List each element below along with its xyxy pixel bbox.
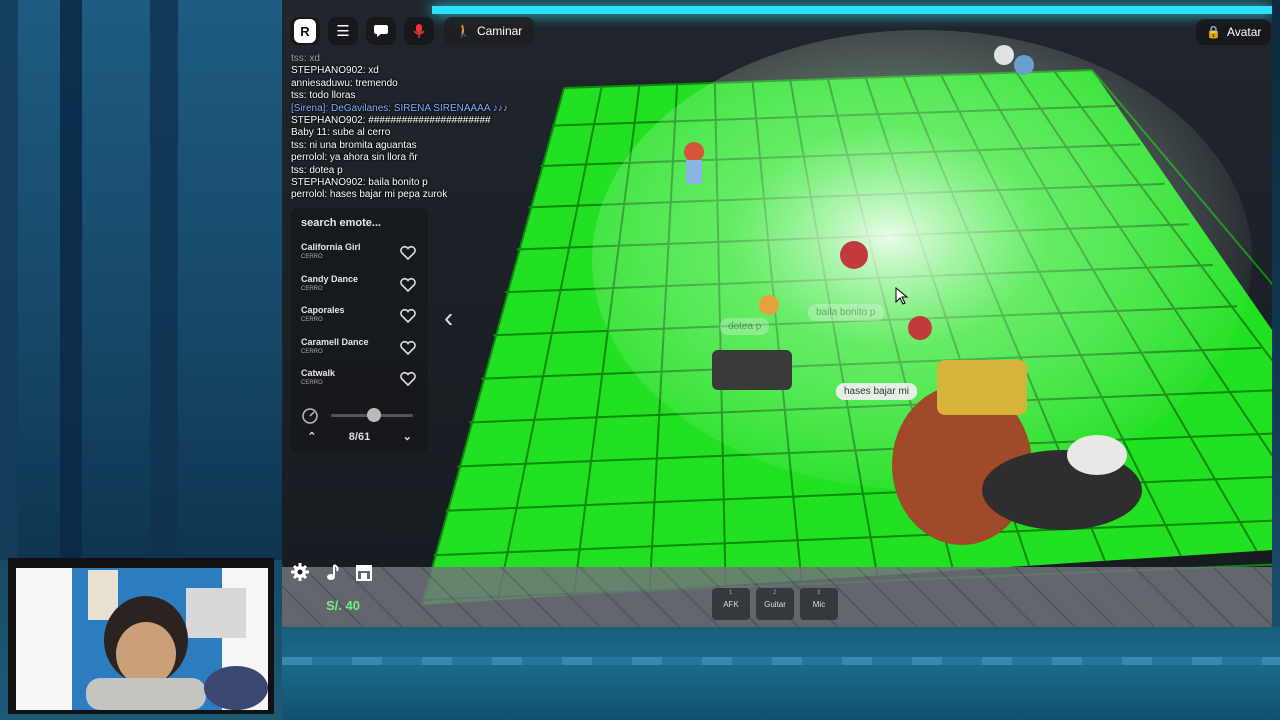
page-indicator: 8/61 [348, 430, 371, 443]
top-bar: R ☰ 🚶 Caminar [290, 17, 535, 45]
walk-label: Caminar [476, 24, 523, 38]
music-note-icon[interactable] [322, 562, 342, 582]
avatar-button[interactable]: 🔒 Avatar [1196, 19, 1272, 45]
menu-icon: ☰ [336, 23, 350, 40]
webcam-feed [16, 568, 268, 710]
emote-panel: search emote... California Girl CERRO Cand… [291, 208, 428, 452]
hotbar-slot-number: 1 [729, 590, 733, 596]
chat-bubble: baila bonito p [808, 304, 884, 321]
chat-message: perrolol: hases bajar mi pepa zurok [291, 189, 591, 201]
forest-background-bottom [282, 627, 1280, 720]
chat-message: tss: xd [291, 53, 591, 65]
chat-message: perrolol: ya ahora sin llora ñr [291, 152, 591, 164]
emote-item[interactable]: Catwalk CERRO [301, 368, 421, 396]
heart-icon[interactable] [399, 370, 417, 388]
chat-message: tss: ni una bromita aguantas [291, 140, 591, 152]
chat-icon [374, 25, 388, 37]
hud-icon-row [290, 562, 374, 582]
menu-button[interactable]: ☰ [328, 17, 358, 45]
chat-message-text: tss: dotea p [291, 164, 343, 176]
chat-message: tss: dotea p [291, 165, 591, 177]
chat-message-text: Baby 11: sube al cerro [291, 127, 391, 139]
chat-message: tss: todo lloras [291, 90, 591, 102]
emote-pager: ⌃ 8/61 ⌄ [291, 430, 428, 444]
chat-message-text: STEPHANO902: xd [291, 65, 379, 77]
chat-message-text: tss: xd [291, 53, 320, 64]
chevron-up-icon[interactable]: ⌃ [307, 430, 316, 443]
heart-icon[interactable] [399, 244, 417, 262]
hotbar-slot-label: Mic [812, 599, 826, 609]
streamer-image [16, 568, 268, 710]
chat-bubble: dotea p [720, 318, 770, 335]
chat-button[interactable] [366, 17, 396, 45]
chevron-left-icon[interactable]: ‹ [444, 302, 453, 334]
heart-icon[interactable] [399, 276, 417, 294]
heart-icon[interactable] [399, 339, 417, 357]
chat-message: STEPHANO902: ###################### [291, 115, 591, 127]
mouse-cursor-icon [895, 287, 909, 305]
chat-window: tss: xd STEPHANO902: xd anniesaduwu: treme… [291, 53, 591, 202]
hotbar-slot[interactable]: 2 Guitar [756, 588, 794, 620]
chat-message-text: anniesaduwu: tremendo [291, 77, 398, 89]
chat-message-text: [Sirena]: DeGavilanes: SIRENA SIRENAAAA … [291, 102, 508, 114]
hotbar-slot-label: Guitar [764, 599, 786, 609]
lock-icon: 🔒 [1206, 25, 1221, 39]
mic-icon [413, 24, 425, 38]
avatar-label: Avatar [1226, 25, 1262, 39]
hotbar-slot-number: 3 [817, 590, 821, 596]
emote-search-input[interactable]: search emote... [301, 217, 381, 229]
chat-message: [Sirena]: DeGavilanes: SIRENA SIRENAAAA … [291, 103, 591, 115]
hotbar-slot[interactable]: 1 AFK [712, 588, 750, 620]
walk-icon: 🚶 [456, 24, 471, 38]
roblox-logo-icon: R [294, 19, 316, 43]
chat-message-text: tss: todo lloras [291, 90, 356, 102]
chevron-down-icon[interactable]: ⌄ [403, 430, 412, 443]
settings-gear-icon[interactable] [290, 562, 310, 582]
emote-item[interactable]: Caporales CERRO [301, 305, 421, 333]
chat-message-text: STEPHANO902: ###################### [291, 115, 491, 127]
webcam-overlay [8, 558, 274, 714]
speed-slider-knob[interactable] [367, 408, 381, 422]
shop-icon[interactable] [354, 562, 374, 582]
chat-message: STEPHANO902: baila bonito p [291, 177, 591, 189]
chat-message: Baby 11: sube al cerro [291, 127, 591, 139]
chat-message-text: STEPHANO902: baila bonito p [291, 177, 428, 189]
heart-icon[interactable] [399, 307, 417, 325]
chat-message: anniesaduwu: tremendo [291, 78, 591, 90]
hotbar-slot-label: AFK [723, 599, 739, 609]
forest-background-left [0, 0, 282, 560]
hotbar-slot[interactable]: 3 Mic [800, 588, 838, 620]
emote-item[interactable]: California Girl CERRO [301, 242, 421, 270]
chat-message-text: perrolol: ya ahora sin llora ñr [291, 152, 418, 164]
chat-message-text: tss: ni una bromita aguantas [291, 139, 417, 151]
money-display: S/. 40 [326, 598, 360, 613]
emote-item[interactable]: Caramell Dance CERRO [301, 337, 421, 365]
chat-message-text: perrolol: hases bajar mi pepa zurok [291, 189, 448, 201]
emote-item[interactable]: Candy Dance CERRO [301, 274, 421, 302]
roblox-menu-button[interactable]: R [290, 17, 320, 45]
walk-button[interactable]: 🚶 Caminar [444, 17, 535, 45]
hotbar: 1 AFK 2 Guitar 3 Mic [712, 588, 838, 620]
chat-bubble: hases bajar mi [836, 383, 918, 400]
hotbar-slot-number: 2 [773, 590, 777, 596]
chat-message: STEPHANO902: xd [291, 65, 591, 77]
speed-icon [302, 408, 318, 424]
mic-button[interactable] [404, 17, 434, 45]
